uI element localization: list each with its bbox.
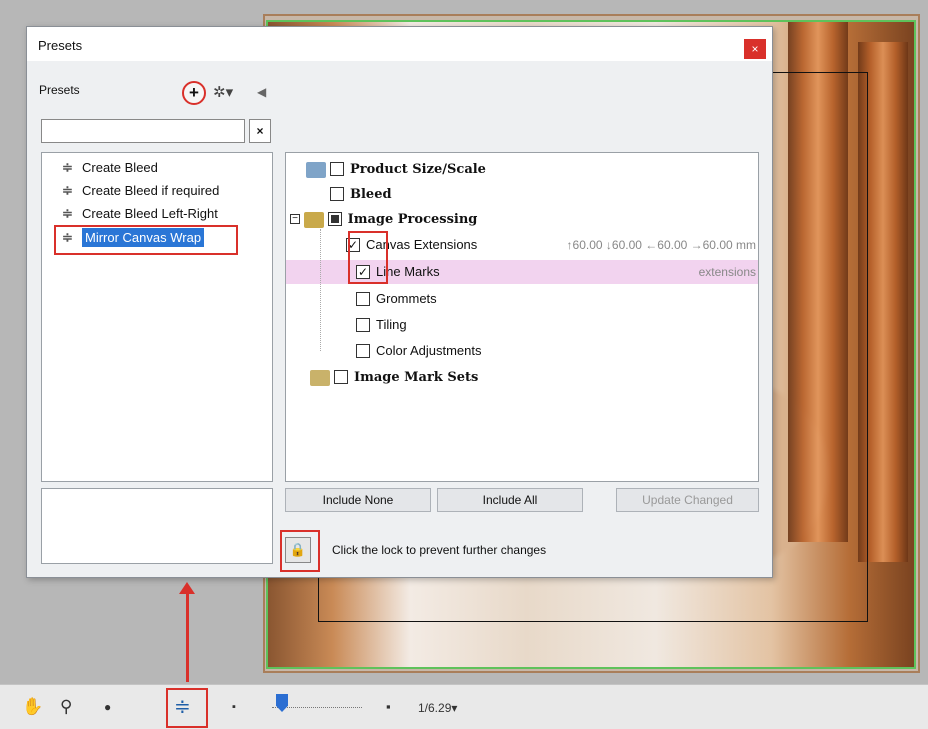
presets-dialog: Presets × Presets + ✲▾ ◀ × ≑ Create Bleed… [26, 26, 773, 578]
dialog-title: Presets [38, 38, 83, 53]
highlight-box [280, 530, 320, 572]
title-bar[interactable]: Presets × [27, 27, 772, 61]
checkbox[interactable] [356, 291, 370, 306]
setting-image-mark-sets[interactable]: Image Mark Sets [310, 365, 782, 389]
gear-icon[interactable]: ✲▾ [213, 83, 233, 101]
collapse-panel-icon[interactable]: ◀ [257, 85, 266, 99]
preview-eye-icon[interactable]: ● [104, 700, 111, 714]
zoom-tool-icon[interactable]: ⚲ [60, 697, 72, 717]
setting-product-size[interactable]: Product Size/Scale [306, 157, 778, 181]
include-all-button[interactable]: Include All [437, 488, 583, 512]
preset-item[interactable]: ≑ Create Bleed [62, 157, 158, 179]
checkbox[interactable] [356, 317, 370, 332]
mark-sets-icon [310, 369, 330, 386]
update-changed-button[interactable]: Update Changed [616, 488, 759, 512]
zoom-value[interactable]: 1/6.29▾ [418, 701, 457, 715]
highlight-box [166, 688, 208, 728]
add-preset-button[interactable]: + [182, 81, 206, 105]
close-button[interactable]: × [744, 39, 766, 59]
highlight-box [54, 225, 238, 255]
checkbox[interactable] [356, 343, 370, 358]
preset-icon: ≑ [62, 206, 73, 221]
include-none-button[interactable]: Include None [285, 488, 431, 512]
settings-tree: Product Size/Scale Bleed − Image Process… [285, 152, 759, 482]
preset-item[interactable]: ≑ Create Bleed if required [62, 180, 219, 202]
preset-description [41, 488, 273, 564]
checkbox[interactable] [327, 211, 342, 226]
zoom-slider-thumb[interactable] [276, 694, 288, 712]
preset-icon: ≑ [62, 160, 73, 175]
annotation-arrow-shaft [186, 590, 189, 682]
preset-item[interactable]: ≑ Create Bleed Left-Right [62, 203, 218, 225]
hand-tool-icon[interactable]: ✋ [22, 697, 43, 717]
setting-grommets[interactable]: Grommets [356, 287, 758, 311]
bottom-toolbar: ✋ ⚲ ● ≑ ▪ ▪ 1/6.29▾ [0, 684, 928, 729]
expander-icon[interactable]: − [290, 213, 300, 224]
checkbox[interactable] [334, 369, 348, 384]
search-input[interactable] [41, 119, 245, 143]
preset-list: ≑ Create Bleed ≑ Create Bleed if required … [41, 152, 273, 482]
presets-label: Presets [39, 83, 80, 97]
small-image-icon[interactable]: ▪ [232, 701, 236, 713]
lock-hint: Click the lock to prevent further change… [332, 543, 547, 557]
clear-search-button[interactable]: × [249, 119, 271, 143]
highlight-box [348, 231, 388, 284]
setting-image-processing[interactable]: − Image Processing [290, 207, 762, 231]
tree-line [320, 229, 321, 351]
setting-canvas-extensions[interactable]: ✓ Canvas Extensions ↑60.00 ↓60.00 ←60.00 … [346, 233, 758, 257]
image-processing-icon [303, 211, 324, 228]
large-image-icon[interactable]: ▪ [386, 699, 391, 714]
image-size-icon [306, 161, 326, 178]
setting-color-adjustments[interactable]: Color Adjustments [356, 339, 758, 363]
setting-tiling[interactable]: Tiling [356, 313, 758, 337]
setting-bleed[interactable]: Bleed [330, 182, 802, 206]
checkbox[interactable] [330, 186, 344, 201]
checkbox[interactable] [330, 161, 344, 176]
preset-icon: ≑ [62, 183, 73, 198]
